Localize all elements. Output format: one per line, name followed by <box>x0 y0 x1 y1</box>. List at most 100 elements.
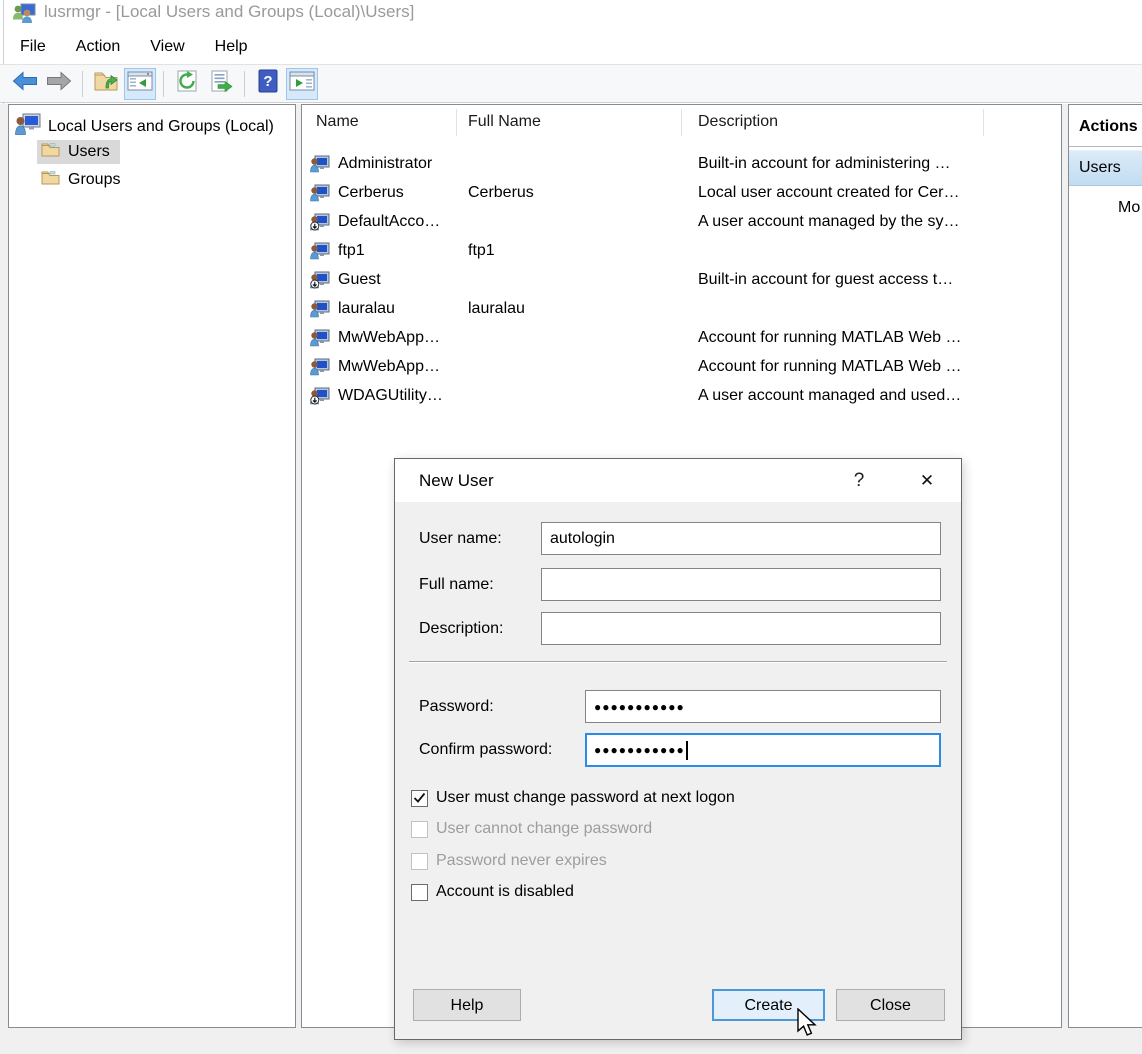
user-full-name: lauralau <box>468 300 525 318</box>
checkbox-cannot-change-password: User cannot change password <box>411 820 652 838</box>
table-row[interactable]: Guest Built-in account for guest access … <box>302 267 1061 296</box>
user-account-icon <box>310 184 330 207</box>
user-description: Built-in account for guest access t… <box>698 271 953 289</box>
show-action-pane-button[interactable] <box>286 68 318 100</box>
tree-item-users[interactable]: Users <box>37 140 120 164</box>
back-button[interactable] <box>9 68 41 100</box>
column-divider <box>681 109 682 136</box>
checkbox-account-is-disabled[interactable]: Account is disabled <box>411 883 574 901</box>
show-console-tree-icon <box>127 70 153 97</box>
user-account-icon <box>310 242 330 265</box>
user-name: WDAGUtility… <box>338 387 443 405</box>
user-account-icon <box>310 329 330 352</box>
close-button[interactable]: Close <box>836 989 945 1021</box>
column-divider <box>456 109 457 136</box>
checkbox-unchecked-icon <box>411 821 428 838</box>
checkbox-label: User cannot change password <box>436 820 652 838</box>
lusrmgr-window: lusrmgr - [Local Users and Groups (Local… <box>0 0 1142 1054</box>
checkbox-unchecked-icon <box>411 853 428 870</box>
password-label: Password: <box>419 690 494 723</box>
tree-item-groups[interactable]: Groups <box>37 168 130 192</box>
tree-root-label: Local Users and Groups (Local) <box>48 118 274 136</box>
new-user-dialog: New User ? ✕ User name: Full name: Descr… <box>394 458 962 1040</box>
checkbox-must-change-password[interactable]: User must change password at next logon <box>411 789 735 807</box>
dialog-title: New User <box>419 459 494 502</box>
help-dialog-button[interactable]: Help <box>413 989 521 1021</box>
export-list-icon <box>209 69 233 98</box>
column-divider <box>983 109 984 136</box>
user-name: Guest <box>338 271 381 289</box>
actions-panel: Actions Users Mo <box>1068 104 1142 1028</box>
menu-file[interactable]: File <box>20 38 46 56</box>
actions-header: Actions <box>1069 105 1142 147</box>
folder-icon <box>41 142 60 162</box>
confirm-password-label: Confirm password: <box>419 733 552 766</box>
refresh-icon <box>175 69 199 98</box>
help-button[interactable]: ? <box>252 68 284 100</box>
table-row[interactable]: Administrator Built-in account for admin… <box>302 151 1061 180</box>
user-account-disabled-icon <box>310 271 330 294</box>
menu-bar: File Action View Help <box>0 33 1142 61</box>
forward-button[interactable] <box>43 68 75 100</box>
table-row[interactable]: WDAGUtility… A user account managed and … <box>302 383 1061 412</box>
user-description: A user account managed and used… <box>698 387 961 405</box>
full-name-field[interactable] <box>541 568 941 601</box>
toolbar: ? <box>0 64 1142 103</box>
user-account-icon <box>310 155 330 178</box>
actions-item-users[interactable]: Users <box>1069 150 1142 186</box>
user-description: Built-in account for administering … <box>698 155 951 173</box>
user-name: lauralau <box>338 300 395 318</box>
column-header-name[interactable]: Name <box>316 105 359 139</box>
table-row[interactable]: DefaultAcco… A user account managed by t… <box>302 209 1061 238</box>
users-groups-app-icon <box>12 3 36 28</box>
user-account-icon <box>310 300 330 323</box>
column-header-full-name[interactable]: Full Name <box>468 105 541 139</box>
user-description: Local user account created for Cer… <box>698 184 959 202</box>
show-console-tree-button[interactable] <box>124 68 156 100</box>
user-name-field[interactable] <box>541 522 941 555</box>
full-name-label: Full name: <box>419 568 494 601</box>
checkbox-label: User must change password at next logon <box>436 789 735 807</box>
password-field[interactable]: ●●●●●●●●●●● <box>585 690 941 723</box>
title-bar: lusrmgr - [Local Users and Groups (Local… <box>0 0 1142 28</box>
checkbox-label: Account is disabled <box>436 883 574 901</box>
more-actions-item[interactable]: Mo <box>1069 199 1142 217</box>
user-name-label: User name: <box>419 522 502 555</box>
dialog-separator <box>409 661 947 663</box>
user-full-name: Cerberus <box>468 184 534 202</box>
close-icon[interactable]: ✕ <box>911 459 943 502</box>
up-one-level-icon <box>93 69 119 98</box>
mouse-cursor <box>796 1008 820 1043</box>
up-one-level-button[interactable] <box>90 68 122 100</box>
menu-help[interactable]: Help <box>215 38 248 56</box>
checkbox-label: Password never expires <box>436 852 607 870</box>
confirm-password-field[interactable]: ●●●●●●●●●●● <box>585 733 941 767</box>
user-full-name: ftp1 <box>468 242 495 260</box>
toolbar-separator <box>163 71 164 97</box>
user-name: Administrator <box>338 155 432 173</box>
description-field[interactable] <box>541 612 941 645</box>
user-account-icon <box>310 358 330 381</box>
user-description: Account for running MATLAB Web … <box>698 329 962 347</box>
description-label: Description: <box>419 612 503 645</box>
back-icon <box>12 70 38 97</box>
user-name: DefaultAcco… <box>338 213 440 231</box>
checkbox-unchecked-icon <box>411 884 428 901</box>
users-list: Administrator Built-in account for admin… <box>302 151 1061 412</box>
dialog-help-button[interactable]: ? <box>845 459 873 502</box>
table-row[interactable]: MwWebApp… Account for running MATLAB Web… <box>302 354 1061 383</box>
checkbox-password-never-expires: Password never expires <box>411 852 607 870</box>
column-header-description[interactable]: Description <box>698 105 778 139</box>
table-row[interactable]: lauralau lauralau <box>302 296 1061 325</box>
table-row[interactable]: ftp1 ftp1 <box>302 238 1061 267</box>
tree-root-local-users-and-groups[interactable]: Local Users and Groups (Local) <box>15 113 274 140</box>
menu-action[interactable]: Action <box>76 38 120 56</box>
export-list-button[interactable] <box>205 68 237 100</box>
refresh-button[interactable] <box>171 68 203 100</box>
table-row[interactable]: MwWebApp… Account for running MATLAB Web… <box>302 325 1061 354</box>
menu-view[interactable]: View <box>150 38 184 56</box>
user-description: Account for running MATLAB Web … <box>698 358 962 376</box>
table-row[interactable]: Cerberus Cerberus Local user account cre… <box>302 180 1061 209</box>
masked-password: ●●●●●●●●●●● <box>594 701 685 713</box>
user-account-disabled-icon <box>310 213 330 236</box>
